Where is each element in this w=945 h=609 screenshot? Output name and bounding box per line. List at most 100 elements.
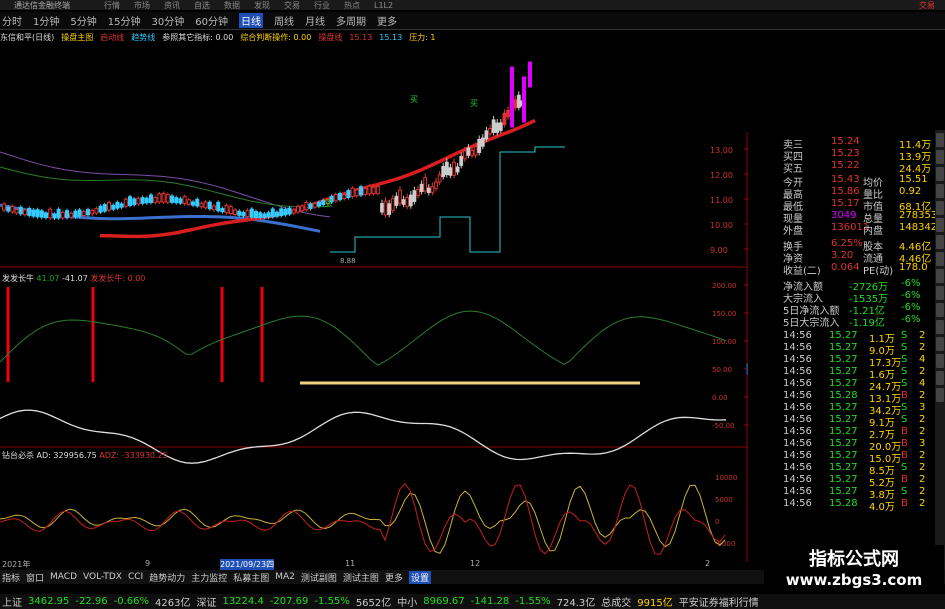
tick-row-cell: 15.27: [829, 402, 858, 413]
top-menu-4[interactable]: 数据: [224, 1, 240, 10]
top-menu-0[interactable]: 行情: [104, 1, 120, 10]
tab-1[interactable]: 窗口: [26, 571, 44, 584]
ind1-name[interactable]: 发发长牛: [2, 274, 34, 283]
candle-body: [102, 204, 107, 212]
status-cell: 5652亿: [355, 598, 392, 609]
top-menu-1[interactable]: 市场: [134, 1, 150, 10]
indicator-2: 1000050000-5000: [0, 474, 737, 556]
tick-row-cell: B: [901, 498, 908, 509]
ind2-name[interactable]: 钻台必杀: [2, 451, 34, 460]
ind1-tick-label: 100.00: [712, 338, 737, 346]
tab-6[interactable]: 主力监控: [191, 571, 227, 584]
candle-body: [513, 99, 518, 109]
tab-10[interactable]: 测试主图: [343, 571, 379, 584]
tab-0[interactable]: 指标: [2, 571, 20, 584]
period-5[interactable]: 60分钟: [195, 13, 228, 28]
trade-link[interactable]: 交易: [919, 0, 935, 11]
tab-9[interactable]: 测试副图: [301, 571, 337, 584]
ind2-tick-label: 0: [715, 518, 719, 526]
ind1-v1: 41.07: [36, 274, 60, 283]
candle-body: [233, 209, 237, 215]
flow-row-cell: -6%: [901, 314, 921, 325]
period-6[interactable]: 日线: [238, 13, 263, 28]
period-10[interactable]: 更多: [377, 13, 397, 28]
tab-12[interactable]: 设置: [408, 570, 431, 584]
top-menu-9[interactable]: L1L2: [374, 1, 393, 10]
flow-row: 5日净流入额 -1.21亿 -6%: [751, 302, 936, 317]
tick-row-cell: 2: [919, 414, 926, 425]
tick-row-cell: S: [901, 486, 908, 497]
candle-body: [444, 161, 449, 176]
top-menu[interactable]: 行情 市场 资讯 自选 数据 发现 交易 行业 热点 L1L2: [104, 0, 407, 11]
candle-body: [107, 202, 111, 211]
candle-body: [170, 195, 174, 203]
period-1[interactable]: 1分钟: [33, 13, 59, 28]
tab-4[interactable]: CCI: [128, 572, 143, 582]
top-menu-2[interactable]: 资讯: [164, 1, 180, 10]
buy-signal: 买: [470, 99, 478, 108]
quote-row: 换手 6.25% 股本 4.46亿: [751, 238, 936, 253]
tick-row-cell: 14:56: [783, 450, 812, 461]
period-8[interactable]: 月线: [305, 13, 325, 28]
status-cell[interactable]: 深证: [196, 594, 216, 609]
top-menu-5[interactable]: 发现: [254, 1, 270, 10]
candle-body: [14, 208, 19, 214]
flow-row-cell: -1.19亿: [849, 318, 885, 329]
candle-body: [140, 197, 145, 204]
top-menu-6[interactable]: 交易: [284, 1, 300, 10]
tick-row-cell: 2: [919, 390, 926, 401]
candle-body: [216, 201, 221, 212]
tab-3[interactable]: VOL-TDX: [83, 572, 122, 582]
tick-row-cell: 4: [919, 354, 926, 365]
tick-row-cell: 2: [919, 486, 926, 497]
tick-row: 14:56 15.27 17.3万 S 4: [751, 354, 936, 369]
period-9[interactable]: 多周期: [336, 13, 366, 28]
date-label: 9: [145, 559, 151, 568]
period-7[interactable]: 周线: [274, 13, 294, 28]
tick-row-cell: B: [901, 450, 908, 461]
candle-body: [516, 94, 521, 108]
tick-row-cell: S: [901, 414, 908, 425]
period-3[interactable]: 15分钟: [108, 13, 141, 28]
candle-body: [81, 211, 86, 217]
top-menu-3[interactable]: 自选: [194, 1, 210, 10]
quote-row-cell: 0.92: [899, 186, 922, 197]
period-4[interactable]: 30分钟: [151, 13, 184, 28]
status-cell[interactable]: 中小: [397, 594, 417, 609]
tick-row: 14:56 15.27 8.5万 S 2: [751, 462, 936, 477]
tick-row: 14:56 15.27 9.0万 S 2: [751, 342, 936, 357]
side-scrollbar[interactable]: [935, 130, 945, 572]
tab-7[interactable]: 私募主图: [233, 571, 269, 584]
tick-row-cell: 4: [919, 378, 926, 389]
tick-row-cell: B: [901, 438, 908, 449]
tick-row-cell: 14:56: [783, 438, 812, 449]
price-tick-label: 13.00: [710, 146, 733, 155]
tab-5[interactable]: 趋势动力: [149, 571, 185, 584]
top-menu-8[interactable]: 热点: [344, 1, 360, 10]
candle-body: [157, 193, 162, 203]
app-title: 通达信金融终端: [14, 1, 70, 10]
tab-2[interactable]: MACD: [50, 572, 77, 582]
stock-name[interactable]: 东信和平(日线): [0, 32, 54, 43]
candle-body: [390, 198, 395, 211]
candle-body: [18, 206, 23, 215]
status-cell[interactable]: 上证: [2, 594, 22, 609]
candle-body: [279, 208, 284, 217]
candle-body: [182, 196, 187, 205]
candle-body: [220, 208, 225, 213]
header-item-0: 操盘主图: [61, 32, 94, 42]
status-extra: 平安证券福利行情: [678, 598, 759, 609]
top-menu-7[interactable]: 行业: [314, 1, 330, 10]
candle-body: [394, 195, 399, 206]
period-2[interactable]: 5分钟: [70, 13, 96, 28]
ind2-header: 钻台必杀 AD: 329956.75 ADZ: -333930.25: [2, 450, 168, 461]
period-0[interactable]: 分时: [2, 13, 22, 28]
chart-area[interactable]: 13.0012.0011.0010.009.00 8.88 买买买 200.00…: [0, 42, 748, 562]
candle-body: [437, 174, 442, 183]
tab-11[interactable]: 更多: [385, 571, 403, 584]
price-tick-label: 9.00: [710, 246, 728, 255]
tab-8[interactable]: MA2: [275, 572, 295, 582]
tick-row-cell: S: [901, 366, 908, 377]
tick-row-cell: S: [901, 354, 908, 365]
candle-body: [128, 196, 132, 206]
